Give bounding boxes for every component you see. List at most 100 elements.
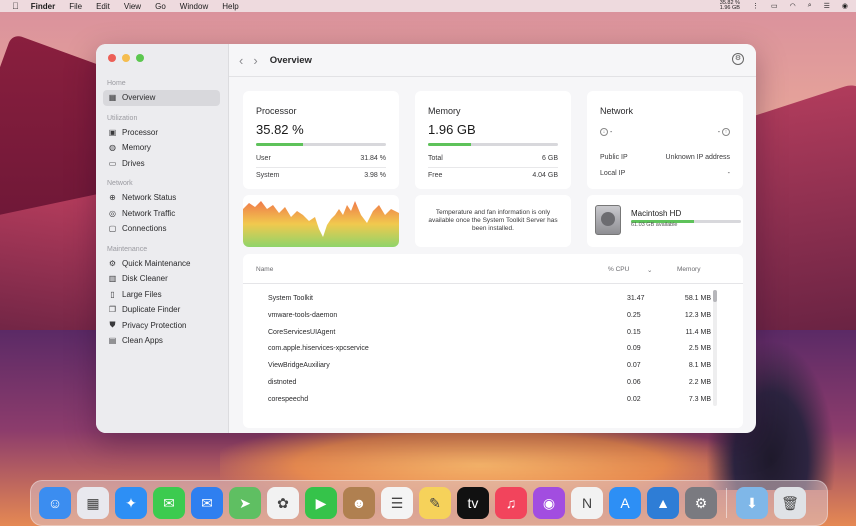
process-name: com.apple.hiservices-xpcservice	[268, 345, 369, 353]
sidebar-item-quick-maintenance[interactable]: ⚙ Quick Maintenance	[103, 256, 220, 272]
menu-file[interactable]: File	[69, 2, 82, 11]
sidebar-item-connections[interactable]: ▢ Connections	[103, 221, 220, 237]
menu-finder[interactable]: Finder	[31, 2, 55, 11]
sidebar-item-memory[interactable]: ◍ Memory	[103, 140, 220, 156]
dock-mail-icon[interactable]: ✉	[191, 487, 223, 519]
process-cpu: 0.15	[627, 328, 641, 336]
search-icon[interactable]: ⌕	[808, 2, 812, 10]
menu-help[interactable]: Help	[222, 2, 238, 11]
dock-podcasts-icon[interactable]: ◉	[533, 487, 565, 519]
processor-row-user: User 31.84 %	[256, 155, 386, 162]
sidebar-item-label: Privacy Protection	[122, 320, 187, 330]
dock-messages-icon[interactable]: ✉	[153, 487, 185, 519]
process-memory: 58.1 MB	[684, 295, 711, 302]
processor-title: Processor	[256, 106, 297, 116]
process-cpu: 0.07	[627, 362, 641, 370]
more-icon[interactable]: ⋮	[752, 2, 759, 10]
minimize-button[interactable]	[122, 54, 130, 62]
cpu-history-graph	[243, 195, 399, 247]
process-memory: 7.3 MB	[688, 395, 711, 403]
sidebar-item-label: Large Files	[122, 289, 162, 299]
menu-edit[interactable]: Edit	[96, 2, 110, 11]
dock-photos-icon[interactable]: ✿	[267, 487, 299, 519]
control-center-icon[interactable]: ☰	[824, 2, 830, 10]
dock-facetime-icon[interactable]: ▶	[305, 487, 337, 519]
sidebar-item-network-status[interactable]: ⊕ Network Status	[103, 190, 220, 206]
siri-icon[interactable]: ◉	[842, 2, 848, 10]
table-row[interactable]: System Toolkit 31.47 58.1 MB	[243, 295, 743, 312]
disk-name: Macintosh HD	[631, 209, 682, 218]
grid-icon: ▦	[108, 93, 117, 103]
column-memory[interactable]: Memory	[677, 266, 700, 273]
process-name: System Toolkit	[268, 295, 313, 302]
menu-window[interactable]: Window	[180, 2, 208, 11]
sidebar-item-network-traffic[interactable]: ◎ Network Traffic	[103, 206, 220, 222]
window-icon[interactable]: ▭	[771, 2, 778, 10]
sidebar-item-drives[interactable]: ▭ Drives	[103, 156, 220, 172]
disk-card[interactable]: Macintosh HD 61.03 GB available	[587, 195, 743, 247]
dock-finder-icon[interactable]: ☺	[39, 487, 71, 519]
table-row[interactable]: CoreServicesUIAgent 0.15 11.4 MB	[243, 329, 743, 346]
sidebar-item-large-files[interactable]: ▯ Large Files	[103, 287, 220, 303]
dock-launchpad-icon[interactable]: ▦	[77, 487, 109, 519]
sidebar-item-processor[interactable]: ▣ Processor	[103, 125, 220, 141]
apple-icon[interactable]: 	[12, 1, 19, 11]
processor-card[interactable]: Processor 35.82 % User 31.84 % System 3.…	[243, 91, 399, 189]
dock-system-toolkit-icon[interactable]: ▲	[647, 487, 679, 519]
shield-icon: ⛊	[109, 320, 116, 330]
download-value: -	[609, 128, 613, 136]
memory-card[interactable]: Memory 1.96 GB Total 6 GB Free 4.04 GB	[415, 91, 571, 189]
sort-chevron-icon[interactable]: ⌄	[647, 266, 652, 274]
back-icon[interactable]: ‹	[239, 53, 243, 68]
table-row[interactable]: ViewBridgeAuxiliary 0.07 8.1 MB	[243, 362, 743, 379]
dock-news-icon[interactable]: N	[571, 487, 603, 519]
dock-trash-icon[interactable]: 🗑	[774, 487, 806, 519]
memory-row-free: Free 4.04 GB	[428, 172, 558, 179]
scrollbar-thumb[interactable]	[713, 290, 717, 302]
sidebar-item-label: Network Status	[122, 193, 177, 203]
settings-icon[interactable]: ⚙	[732, 53, 744, 65]
scrollbar[interactable]	[713, 290, 717, 406]
dock-system-preferences-icon[interactable]: ⚙	[685, 487, 717, 519]
table-row[interactable]: distnoted 0.06 2.2 MB	[243, 379, 743, 396]
dock-reminders-icon[interactable]: ☰	[381, 487, 413, 519]
dock-app-store-icon[interactable]: A	[609, 487, 641, 519]
copy-icon: ❐	[108, 305, 117, 315]
sidebar-item-privacy-protection[interactable]: ⛊ Privacy Protection	[103, 318, 220, 334]
table-row[interactable]: corespeechd 0.02 7.3 MB	[243, 396, 743, 413]
sidebar-item-duplicate-finder[interactable]: ❐ Duplicate Finder	[103, 302, 220, 318]
forward-icon[interactable]: ›	[253, 53, 257, 68]
menu-view[interactable]: View	[124, 2, 141, 11]
menu-stats[interactable]: 35.82 % 1.96 GB	[720, 0, 740, 12]
zoom-button[interactable]	[136, 54, 144, 62]
column-name[interactable]: Name	[256, 266, 273, 273]
file-icon: ▯	[110, 289, 115, 299]
menu-go[interactable]: Go	[155, 2, 166, 11]
close-button[interactable]	[108, 54, 116, 62]
table-row[interactable]: vmware-tools-daemon 0.25 12.3 MB	[243, 312, 743, 329]
sidebar-item-clean-apps[interactable]: ▤ Clean Apps	[103, 333, 220, 349]
column-cpu[interactable]: % CPU	[608, 266, 629, 273]
sidebar-item-overview[interactable]: ▦ Overview	[103, 90, 220, 106]
dock-music-icon[interactable]: ♫	[495, 487, 527, 519]
memory-usage-bar	[428, 143, 558, 146]
dock-contacts-icon[interactable]: ☻	[343, 487, 375, 519]
sidebar-item-disk-cleaner[interactable]: ▥ Disk Cleaner	[103, 271, 220, 287]
dock-safari-icon[interactable]: ✦	[115, 487, 147, 519]
upload-value: -	[717, 128, 721, 136]
process-cpu: 0.06	[627, 379, 641, 386]
dock-downloads-icon[interactable]: ⬇	[736, 487, 768, 519]
sidebar-section-network: Network	[107, 180, 133, 187]
wifi-icon[interactable]: ◠	[790, 2, 796, 10]
sidebar-item-label: Disk Cleaner	[122, 274, 168, 284]
network-card[interactable]: Network ↓ - - ↑ Public IP Unknown IP add…	[587, 91, 743, 189]
sidebar-item-label: Quick Maintenance	[122, 258, 191, 268]
cpu-icon: ▣	[108, 127, 117, 137]
table-row[interactable]: com.apple.hiservices-xpcservice 0.09 2.5 M…	[243, 345, 743, 362]
dock-maps-icon[interactable]: ➤	[229, 487, 261, 519]
dock-notes-icon[interactable]: ✎	[419, 487, 451, 519]
broom-icon: ▥	[108, 274, 117, 284]
dock-tv-icon[interactable]: tv	[457, 487, 489, 519]
sidebar: Home ▦ Overview Utilization ▣ Processor …	[96, 44, 229, 433]
disk-available: 61.03 GB available	[631, 222, 678, 228]
